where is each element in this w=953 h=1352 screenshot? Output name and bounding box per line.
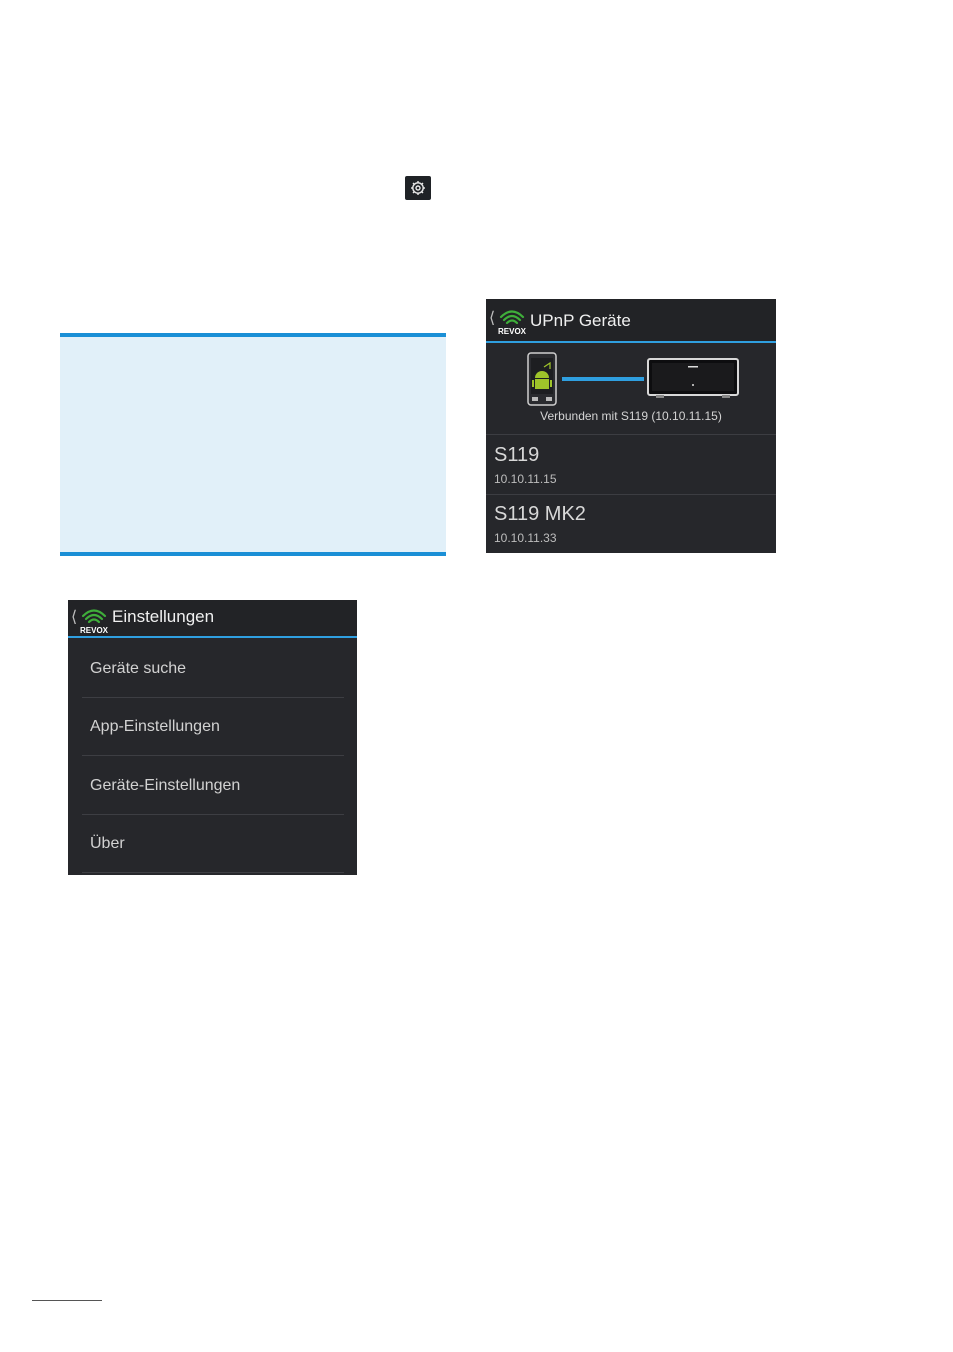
menu-item-device-search[interactable]: Geräte suche <box>82 640 344 698</box>
connection-line <box>562 377 644 381</box>
chevron-left-icon[interactable]: ⟨ <box>489 310 495 326</box>
upnp-title: UPnP Geräte <box>530 311 631 330</box>
revox-logo-text: REVOX <box>498 327 526 336</box>
device-name: S119 MK2 <box>494 503 586 525</box>
device-item[interactable]: S119 MK2 10.10.11.33 <box>486 495 776 553</box>
menu-item-label: Über <box>90 835 125 852</box>
device-ip: 10.10.11.33 <box>494 531 557 545</box>
settings-screen: ⟨ REVOX Einstellungen Geräte suche App-E… <box>68 600 357 875</box>
info-note-box <box>60 333 446 556</box>
connection-status: Verbunden mit S119 (10.10.11.15) <box>540 409 722 423</box>
revox-logo-text: REVOX <box>80 626 108 635</box>
chevron-left-icon[interactable]: ⟨ <box>71 609 77 625</box>
device-item[interactable]: S119 10.10.11.15 <box>486 436 776 494</box>
settings-top-bar: ⟨ REVOX Einstellungen <box>68 600 357 638</box>
menu-item-app-settings[interactable]: App-Einstellungen <box>82 698 344 756</box>
upnp-top-bar: ⟨ REVOX UPnP Geräte <box>486 299 776 343</box>
revox-logo[interactable]: REVOX <box>498 304 526 336</box>
connection-graphic <box>527 352 739 406</box>
menu-item-about[interactable]: Über <box>82 815 344 873</box>
revox-logo[interactable]: REVOX <box>80 603 108 635</box>
receiver-icon <box>647 358 739 398</box>
device-ip: 10.10.11.15 <box>494 472 557 486</box>
android-phone-icon <box>527 352 557 406</box>
settings-title: Einstellungen <box>112 607 215 626</box>
menu-item-label: App-Einstellungen <box>90 718 220 735</box>
menu-item-label: Geräte suche <box>90 660 187 677</box>
divider <box>486 434 776 435</box>
menu-item-device-settings[interactable]: Geräte-Einstellungen <box>82 757 344 815</box>
upnp-devices-screen: ⟨ REVOX UPnP Geräte Verbunden mit S119 (… <box>486 299 776 553</box>
footer-rule <box>32 1300 102 1301</box>
gear-icon <box>405 176 431 200</box>
device-name: S119 <box>494 444 540 466</box>
menu-item-label: Geräte-Einstellungen <box>90 777 241 794</box>
